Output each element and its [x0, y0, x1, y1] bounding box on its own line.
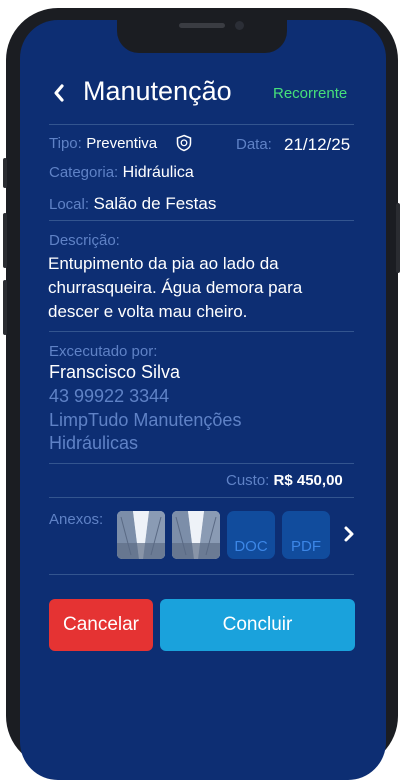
speaker-grill — [179, 23, 225, 28]
shield-icon — [176, 134, 192, 152]
tipo-row: Tipo: Preventiva — [49, 135, 157, 153]
attachment-pdf-file[interactable]: PDF — [282, 511, 330, 559]
attachment-doc-file[interactable]: DOC — [227, 511, 275, 559]
categoria-value: Hidráulica — [122, 164, 194, 181]
conclude-button[interactable]: Concluir — [160, 599, 355, 651]
attachment-photo-thumbnail[interactable] — [172, 511, 220, 559]
volume-down-button — [3, 280, 7, 335]
custo-label: Custo: — [226, 472, 270, 489]
mute-switch — [3, 158, 7, 188]
categoria-row: Categoria: Hidráulica — [49, 164, 194, 182]
tipo-value: Preventiva — [86, 135, 158, 152]
executor-phone[interactable]: 43 99922 3344 — [49, 386, 169, 407]
photo-icon — [117, 511, 165, 559]
divider — [49, 463, 354, 464]
descricao-text: Entupimento da pia ao lado da churrasque… — [48, 254, 303, 321]
page-title: Manutenção — [83, 76, 232, 106]
volume-up-button — [3, 213, 7, 268]
tipo-label: Tipo: — [49, 135, 82, 152]
divider — [49, 220, 354, 221]
power-button — [396, 203, 400, 273]
photo-icon — [172, 511, 220, 559]
chevron-right-icon[interactable] — [340, 524, 358, 544]
local-row: Local: Salão de Festas — [49, 194, 216, 214]
doc-label: DOC — [234, 538, 268, 555]
data-label: Data: — [236, 136, 272, 153]
data-value: 21/12/25 — [284, 135, 351, 154]
divider — [49, 574, 354, 575]
pdf-label: PDF — [291, 538, 321, 555]
divider — [49, 497, 354, 498]
executado-label: Excecutado por: — [49, 343, 158, 360]
executor-company: LimpTudo Manutenções Hidráulicas — [49, 410, 242, 453]
custo-value: R$ 450,00 — [273, 472, 343, 489]
anexos-label: Anexos: — [49, 511, 104, 528]
divider — [49, 124, 354, 125]
descricao-label: Descrição: — [49, 232, 120, 249]
front-camera — [235, 21, 244, 30]
back-chevron-icon[interactable] — [50, 79, 78, 107]
attachment-photo-thumbnail[interactable] — [117, 511, 165, 559]
local-label: Local: — [49, 196, 90, 213]
recurring-badge: Recorrente — [273, 85, 348, 102]
notch — [117, 13, 287, 53]
divider — [49, 331, 354, 332]
executor-name: Franscisco Silva — [49, 362, 181, 382]
local-value: Salão de Festas — [93, 194, 217, 213]
cancel-button[interactable]: Cancelar — [49, 599, 153, 651]
custo-row: Custo: R$ 450,00 — [226, 472, 343, 489]
categoria-label: Categoria: — [49, 164, 119, 181]
